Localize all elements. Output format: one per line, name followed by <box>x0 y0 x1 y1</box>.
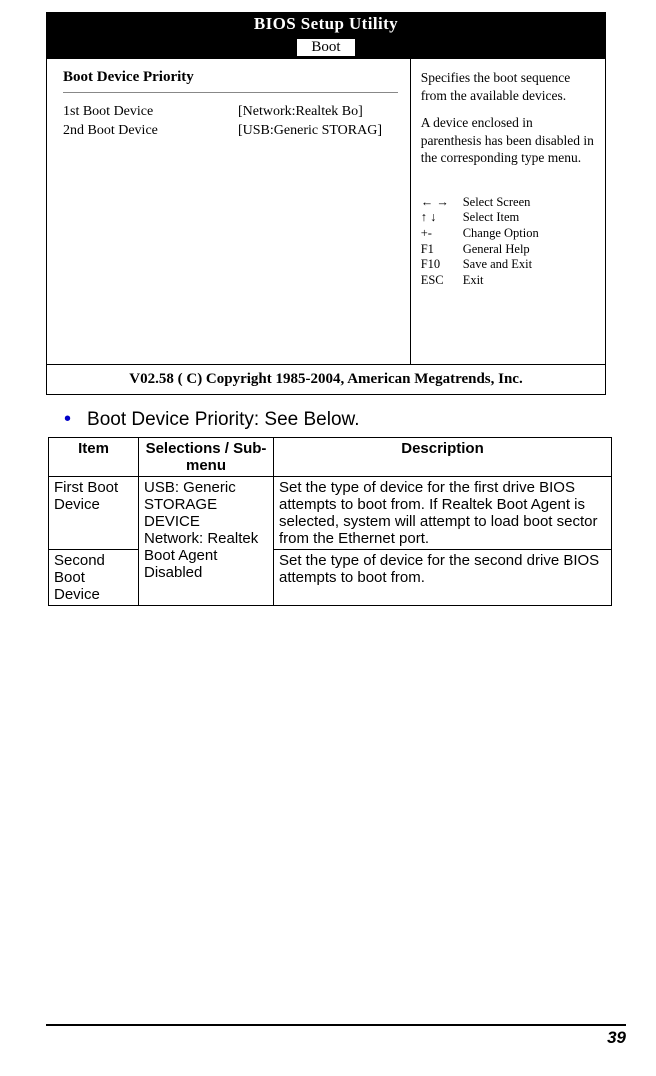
arrow-left-right-icon: ← → <box>421 195 463 211</box>
bios-menu-bar: Boot <box>47 35 605 59</box>
bios-help-panel: Specifies the boot sequence from the ava… <box>411 59 605 364</box>
table-row: Second Boot Device Set the type of devic… <box>49 550 612 606</box>
th-item: Item <box>49 438 139 477</box>
bios-left-panel: Boot Device Priority 1st Boot Device [Ne… <box>47 59 411 364</box>
help-paragraph-1: Specifies the boot sequence from the ava… <box>421 69 595 104</box>
f10-key: F10 <box>421 257 463 273</box>
second-boot-device-value: [USB:Generic STORAG] <box>238 122 382 141</box>
key-legend: ← →Select Screen ↑ ↓Select Item +-Change… <box>421 195 595 289</box>
page-number: 39 <box>46 1028 626 1048</box>
boot-device-priority-heading: Boot Device Priority <box>63 69 398 86</box>
help-paragraph-2: A device enclosed in parenthesis has bee… <box>421 114 595 167</box>
first-boot-device-value: [Network:Realtek Bo] <box>238 103 363 122</box>
key-select-item: Select Item <box>463 210 520 226</box>
plus-minus-icon: +- <box>421 226 463 242</box>
bios-screenshot: BIOS Setup Utility Boot Boot Device Prio… <box>46 12 606 395</box>
key-general-help: General Help <box>463 242 530 258</box>
f1-key: F1 <box>421 242 463 258</box>
cell-selections: USB: Generic STORAGE DEVICE Network: Rea… <box>139 477 274 606</box>
bios-copyright: V02.58 ( C) Copyright 1985-2004, America… <box>47 365 605 394</box>
page-footer: 39 <box>46 1024 626 1048</box>
footer-rule <box>46 1024 626 1026</box>
cell-second-boot-item: Second Boot Device <box>49 550 139 606</box>
divider <box>63 92 398 93</box>
cell-first-boot-item: First Boot Device <box>49 477 139 550</box>
second-boot-device-row: 2nd Boot Device [USB:Generic STORAG] <box>63 122 398 141</box>
key-change-option: Change Option <box>463 226 539 242</box>
th-selections: Selections / Sub-menu <box>139 438 274 477</box>
bios-title-bar: BIOS Setup Utility <box>47 13 605 35</box>
first-boot-device-label: 1st Boot Device <box>63 103 238 122</box>
key-exit: Exit <box>463 273 484 289</box>
th-description: Description <box>274 438 612 477</box>
bullet-icon: • <box>46 409 87 429</box>
cell-second-boot-desc: Set the type of device for the second dr… <box>274 550 612 606</box>
key-save-exit: Save and Exit <box>463 257 532 273</box>
table-header-row: Item Selections / Sub-menu Description <box>49 438 612 477</box>
second-boot-device-label: 2nd Boot Device <box>63 122 238 141</box>
boot-tab: Boot <box>296 38 355 57</box>
key-select-screen: Select Screen <box>463 195 531 211</box>
bullet-boot-device-priority: • Boot Device Priority: See Below. <box>46 409 626 431</box>
bios-body: Boot Device Priority 1st Boot Device [Ne… <box>47 59 605 365</box>
table-row: First Boot Device USB: Generic STORAGE D… <box>49 477 612 550</box>
arrow-up-down-icon: ↑ ↓ <box>421 210 463 226</box>
esc-key: ESC <box>421 273 463 289</box>
boot-priority-table: Item Selections / Sub-menu Description F… <box>48 437 612 606</box>
bullet-text: Boot Device Priority: See Below. <box>87 409 359 431</box>
first-boot-device-row: 1st Boot Device [Network:Realtek Bo] <box>63 103 398 122</box>
cell-first-boot-desc: Set the type of device for the first dri… <box>274 477 612 550</box>
